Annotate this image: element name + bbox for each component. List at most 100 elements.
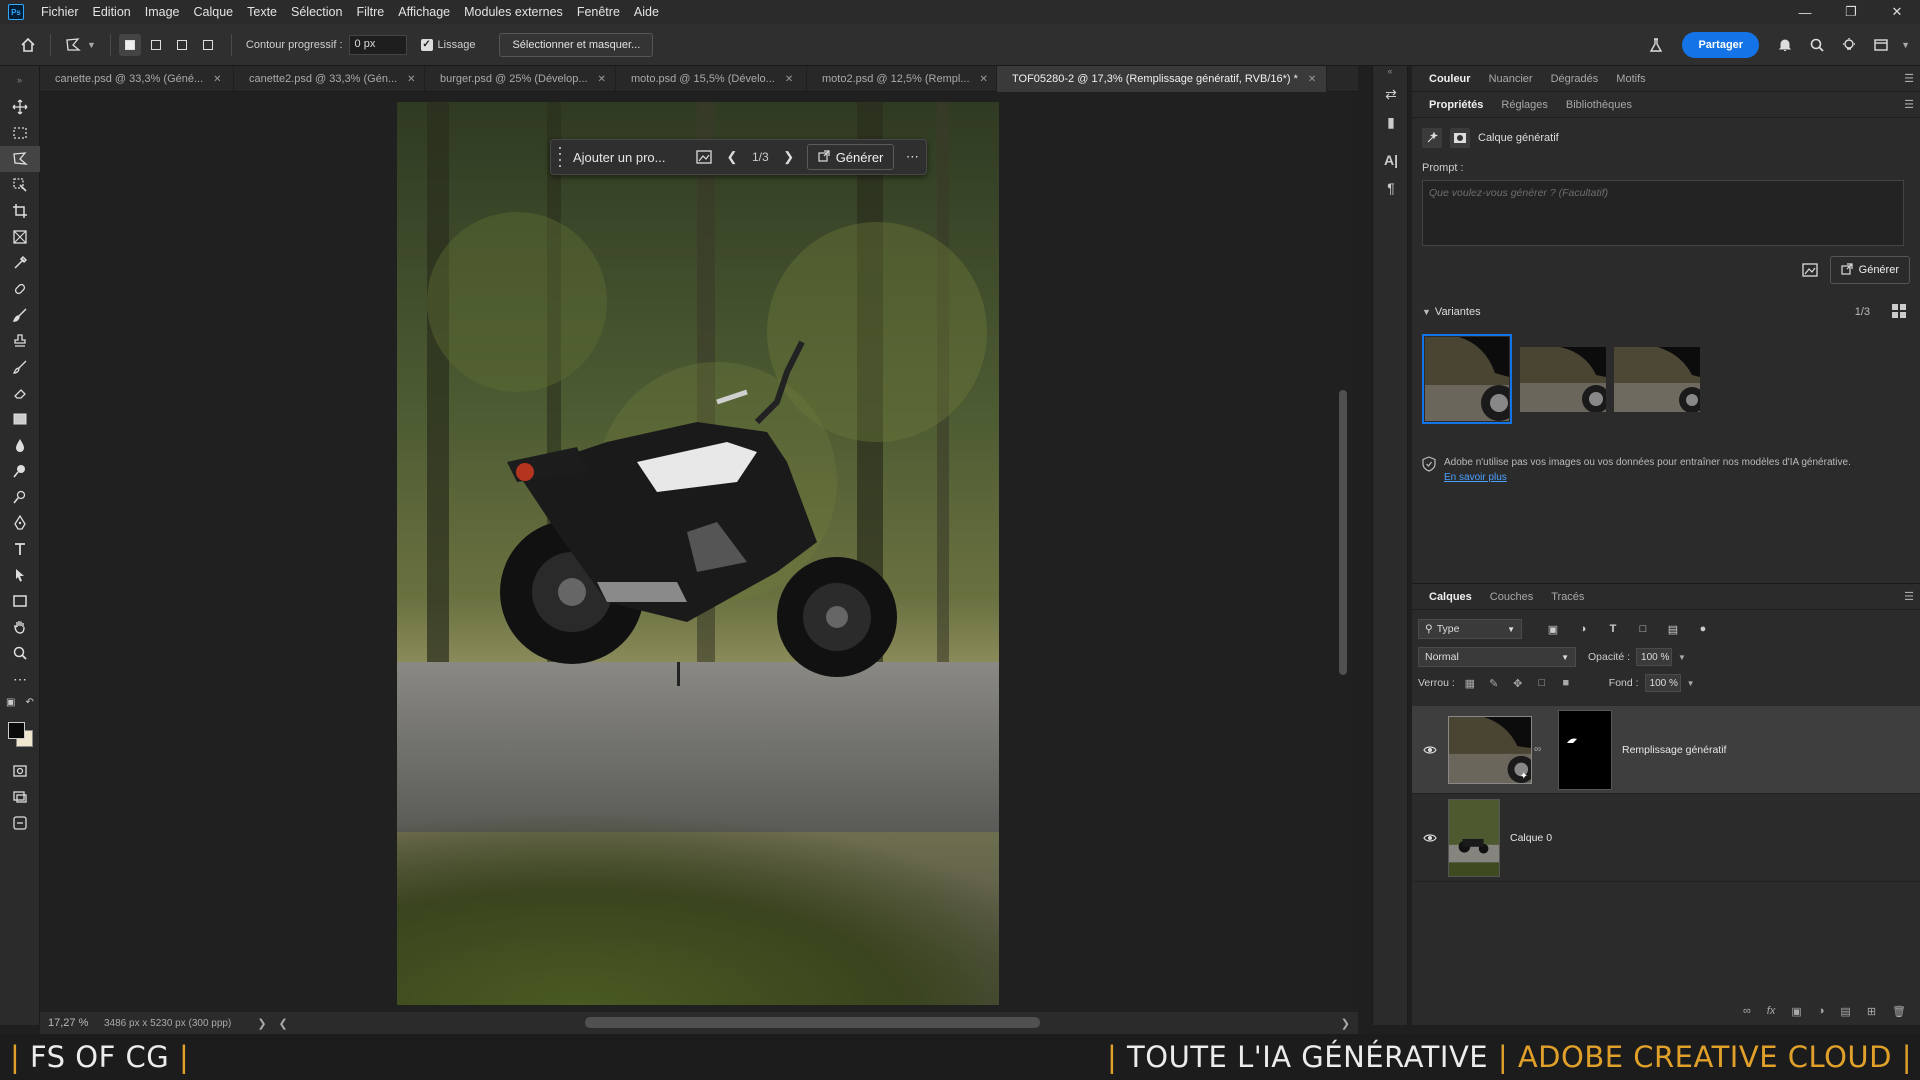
menu-filtre[interactable]: Filtre xyxy=(349,0,391,24)
minimize-icon[interactable]: — xyxy=(1782,0,1828,24)
object-selection-tool-icon[interactable] xyxy=(0,172,40,198)
tab-traces[interactable]: Tracés xyxy=(1542,584,1593,610)
select-and-mask-button[interactable]: Sélectionner et masquer... xyxy=(499,32,654,57)
lock-all-icon[interactable]: ■ xyxy=(1557,677,1575,689)
add-mask-icon[interactable]: ▣ xyxy=(1791,1005,1801,1018)
lock-transparency-icon[interactable]: ▦ xyxy=(1461,677,1479,690)
type-tool-icon[interactable] xyxy=(0,536,40,562)
more-options-icon[interactable]: ⋯ xyxy=(898,143,926,171)
smart-object-filter-icon[interactable]: ▤ xyxy=(1662,619,1684,639)
blur-tool-icon[interactable] xyxy=(0,432,40,458)
layer-filter-select[interactable]: ⚲ Type ▼ xyxy=(1418,619,1522,639)
close-tab-icon[interactable]: ✕ xyxy=(213,74,221,85)
collapse-icon[interactable]: » xyxy=(0,66,39,94)
visibility-eye-icon[interactable] xyxy=(1412,833,1448,843)
prompt-textarea[interactable]: Que voulez-vous générer ? (Facultatif) xyxy=(1422,180,1904,246)
layer-row[interactable]: Calque 0 xyxy=(1412,794,1920,882)
tab-calques[interactable]: Calques xyxy=(1420,584,1481,610)
paragraph-panel-icon[interactable]: ¶ xyxy=(1373,174,1409,202)
new-selection-icon[interactable] xyxy=(118,33,141,56)
collapse-strip-icon[interactable]: « xyxy=(1373,66,1407,80)
doc-tab[interactable]: moto.psd @ 15,5% (Dévelo... ✕ xyxy=(616,66,807,92)
doc-tab[interactable]: burger.psd @ 25% (Dévelop... ✕ xyxy=(425,66,616,92)
lock-position-icon[interactable]: ✥ xyxy=(1509,677,1527,690)
drag-handle[interactable] xyxy=(555,145,565,169)
visibility-eye-icon[interactable] xyxy=(1412,745,1448,755)
clone-stamp-tool-icon[interactable] xyxy=(0,328,40,354)
layer-name[interactable]: Calque 0 xyxy=(1510,832,1552,844)
scroll-right-icon[interactable]: ❯ xyxy=(1341,1017,1350,1030)
reference-image-icon[interactable] xyxy=(690,143,718,171)
zoom-tool-icon[interactable] xyxy=(0,640,40,666)
vertical-scroll-thumb[interactable] xyxy=(1339,390,1347,675)
new-group-icon[interactable]: ▤ xyxy=(1840,1005,1850,1018)
lasso-tool-icon[interactable] xyxy=(0,146,40,172)
doc-tab-active[interactable]: TOF05280-2 @ 17,3% (Remplissage générati… xyxy=(997,66,1327,92)
chevron-down-icon[interactable]: ▼ xyxy=(1678,653,1686,662)
next-variant-icon[interactable]: ❯ xyxy=(775,143,803,171)
menu-aide[interactable]: Aide xyxy=(627,0,666,24)
previous-variant-icon[interactable]: ❮ xyxy=(718,143,746,171)
tab-couches[interactable]: Couches xyxy=(1481,584,1542,610)
healing-brush-tool-icon[interactable] xyxy=(0,276,40,302)
learn-more-link[interactable]: En savoir plus xyxy=(1444,472,1507,483)
fx-icon[interactable]: fx xyxy=(1767,1005,1776,1017)
subtract-selection-icon[interactable] xyxy=(171,34,193,56)
chevron-down-icon[interactable]: ▼ xyxy=(87,40,96,50)
feather-input[interactable]: 0 px xyxy=(348,34,407,55)
history-panel-icon[interactable]: ⇄ xyxy=(1373,80,1409,108)
tab-couleur[interactable]: Couleur xyxy=(1420,66,1480,92)
lock-artboard-icon[interactable]: □ xyxy=(1533,677,1551,689)
quick-mask-icon[interactable] xyxy=(0,758,40,784)
document-image[interactable] xyxy=(397,102,999,1005)
doc-tab[interactable]: canette2.psd @ 33,3% (Gén... ✕ xyxy=(234,66,425,92)
tab-proprietes[interactable]: Propriétés xyxy=(1420,92,1492,118)
prompt-input[interactable]: Ajouter un pro... xyxy=(565,150,690,165)
adjustment-layer-icon[interactable]: ◑ xyxy=(1818,1005,1825,1017)
swap-colors-icon[interactable]: ↶ xyxy=(25,697,33,708)
dodge-tool-icon[interactable] xyxy=(0,458,40,484)
bell-icon[interactable] xyxy=(1773,31,1797,59)
flask-icon[interactable] xyxy=(1644,31,1668,59)
eyedropper-tool-icon[interactable] xyxy=(0,250,40,276)
share-button[interactable]: Partager xyxy=(1682,32,1760,58)
fill-input[interactable]: 100 % xyxy=(1644,674,1681,692)
more-tools-icon[interactable]: ⋯ xyxy=(0,666,40,692)
tab-motifs[interactable]: Motifs xyxy=(1607,66,1654,92)
tab-reglages[interactable]: Réglages xyxy=(1492,92,1556,118)
chevron-down-icon[interactable]: ▼ xyxy=(1901,40,1910,50)
screen-mode-icon[interactable] xyxy=(0,784,40,810)
layer-row[interactable]: ✦ ∞ Remplissage génératif xyxy=(1412,706,1920,794)
gradient-tool-icon[interactable] xyxy=(0,406,40,432)
variant-thumbnail-1[interactable] xyxy=(1422,334,1512,424)
menu-texte[interactable]: Texte xyxy=(240,0,284,24)
workspace-icon[interactable] xyxy=(1869,31,1893,59)
marquee-tool-icon[interactable] xyxy=(0,120,40,146)
layer-name[interactable]: Remplissage génératif xyxy=(1622,744,1726,756)
shape-filter-icon[interactable]: □ xyxy=(1632,619,1654,639)
close-tab-icon[interactable]: ✕ xyxy=(407,74,415,85)
menu-selection[interactable]: Sélection xyxy=(284,0,349,24)
adjustment-filter-icon[interactable]: ◑ xyxy=(1572,619,1594,639)
pixel-filter-icon[interactable]: ▣ xyxy=(1542,619,1564,639)
reference-image-icon[interactable] xyxy=(1800,260,1820,280)
menu-fichier[interactable]: Fichier xyxy=(34,0,86,24)
default-colors-icon[interactable]: ▣ xyxy=(6,697,15,708)
grid-view-icon[interactable] xyxy=(1892,304,1906,318)
history-brush-tool-icon[interactable] xyxy=(0,354,40,380)
chevron-down-icon[interactable]: ▼ xyxy=(1687,679,1695,688)
layer-thumbnail[interactable]: ✦ xyxy=(1448,715,1532,784)
lasso-tool-preset-icon[interactable] xyxy=(59,31,87,59)
rectangle-tool-icon[interactable] xyxy=(0,588,40,614)
restore-icon[interactable]: ❐ xyxy=(1828,0,1874,24)
smoothing-checkbox[interactable]: ✓ xyxy=(420,38,433,51)
panel-menu-icon[interactable]: ☰ xyxy=(1904,98,1914,111)
menu-modules-externes[interactable]: Modules externes xyxy=(457,0,570,24)
variants-header[interactable]: ▼ Variantes 1/3 xyxy=(1422,302,1910,322)
lightbulb-icon[interactable] xyxy=(1837,31,1861,59)
variant-thumbnail-3[interactable] xyxy=(1614,346,1700,412)
move-tool-icon[interactable] xyxy=(0,94,40,120)
close-window-icon[interactable]: ✕ xyxy=(1874,0,1920,24)
crop-tool-icon[interactable] xyxy=(0,198,40,224)
zoom-level[interactable]: 17,27 % xyxy=(40,1017,104,1029)
